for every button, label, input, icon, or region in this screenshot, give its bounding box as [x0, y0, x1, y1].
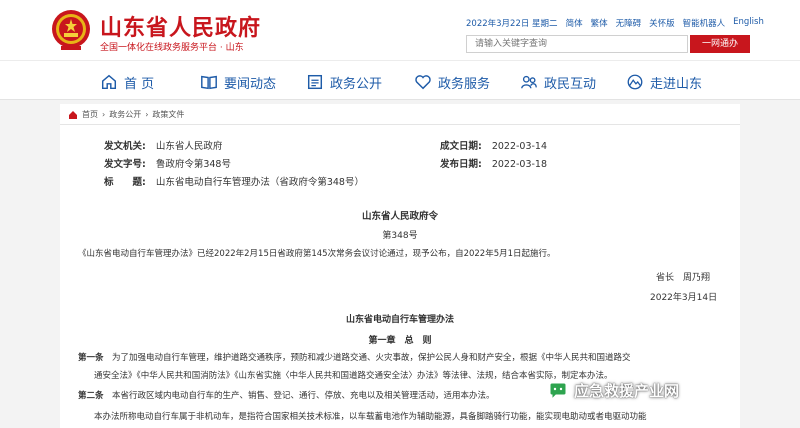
- breadcrumb-divider: [60, 124, 740, 125]
- nav-gov-open-label: 政务公开: [330, 76, 383, 92]
- current-date: 2022年3月22日 星期二: [466, 19, 558, 29]
- link-robot[interactable]: 智能机器人: [683, 17, 726, 29]
- article-1-line-1: 第一条 为了加强电动自行车管理，维护道路交通秩序，预防和减少道路交通、火灾事故，…: [78, 350, 718, 367]
- nav-news[interactable]: 要闻动态: [200, 71, 276, 93]
- article-2-text: 本省行政区域内电动自行车的生产、销售、登记、通行、停放、充电以及相关管理活动，适…: [112, 391, 495, 401]
- crumb-policy-files[interactable]: 政策文件: [152, 109, 184, 120]
- search-input[interactable]: [466, 35, 688, 53]
- home-icon: [101, 74, 117, 90]
- meta-number-value: 鲁政府令第348号: [155, 159, 231, 170]
- watermark: 应急救援产业网: [548, 380, 679, 401]
- meta-issuer-label: 发文机关:: [104, 141, 146, 152]
- signer: 省长 周乃翔: [656, 273, 711, 283]
- site-subtitle: 全国一体化在线政务服务平台 · 山东: [100, 43, 244, 53]
- link-traditional[interactable]: 繁体: [591, 17, 608, 29]
- heart-icon: [415, 75, 431, 90]
- mountain-icon: [627, 74, 643, 90]
- breadcrumb: 首页 › 政务公开 › 政策文件: [68, 109, 184, 120]
- nav-shandong-label: 走进山东: [650, 76, 703, 92]
- nav-gov-service[interactable]: 政务服务: [414, 71, 490, 93]
- order-intro: 《山东省电动自行车管理办法》已经2022年2月15日省政府第145次常务会议讨论…: [78, 249, 556, 259]
- nav-shandong[interactable]: 走进山东: [626, 71, 702, 93]
- top-links: 2022年3月22日 星期二 简体 繁体 无障碍 关怀版 智能机器人 Engli…: [466, 17, 764, 29]
- meta-number: 发文字号: 鲁政府令第348号: [104, 156, 231, 172]
- article-1-label: 第一条: [78, 353, 104, 363]
- article-2-line-2: 本办法所称电动自行车属于非机动车，是指符合国家相关技术标准，以车载蓄电池作为辅助…: [94, 412, 647, 422]
- meta-date-made-label: 成文日期:: [440, 141, 482, 152]
- document-icon: [307, 74, 323, 90]
- crumb-separator: ›: [145, 110, 149, 119]
- link-care-mode[interactable]: 关怀版: [649, 17, 675, 29]
- crumb-gov-open[interactable]: 政务公开: [109, 109, 141, 120]
- meta-date-pub-label: 发布日期:: [440, 159, 482, 170]
- site-title[interactable]: 山东省人民政府: [100, 10, 261, 42]
- people-icon: [521, 75, 537, 89]
- home-icon: [69, 110, 77, 119]
- article-1-text: 为了加强电动自行车管理，维护道路交通秩序，预防和减少道路交通、火灾事故，保护公民…: [112, 353, 631, 363]
- meta-date-made-value: 2022-03-14: [491, 141, 548, 152]
- nav-gov-service-label: 政务服务: [438, 76, 491, 92]
- nav-home[interactable]: 首 页: [100, 71, 154, 93]
- meta-issuer-value: 山东省人民政府: [155, 141, 223, 152]
- sign-date: 2022年3月14日: [650, 293, 718, 303]
- nav-interaction[interactable]: 政民互动: [520, 71, 596, 93]
- nav-home-label: 首 页: [124, 76, 155, 92]
- meta-subject: 标 题: 山东省电动自行车管理办法（省政府令第348号）: [104, 174, 364, 190]
- rule-title: 山东省电动自行车管理办法: [345, 315, 454, 325]
- site-header: 山东省人民政府 全国一体化在线政务服务平台 · 山东 2022年3月22日 星期…: [0, 0, 800, 60]
- nav-interaction-label: 政民互动: [544, 76, 597, 92]
- article-2-label: 第二条: [78, 391, 104, 401]
- meta-subject-label: 标 题:: [104, 177, 146, 188]
- meta-issuer: 发文机关: 山东省人民政府: [104, 138, 222, 154]
- crumb-home[interactable]: 首页: [82, 109, 98, 120]
- order-number: 第348号: [382, 231, 418, 241]
- link-simplified[interactable]: 简体: [566, 17, 583, 29]
- order-title: 山东省人民政府令: [361, 211, 438, 222]
- meta-subject-value: 山东省电动自行车管理办法（省政府令第348号）: [155, 177, 364, 188]
- national-emblem-icon: [52, 10, 90, 50]
- nav-news-label: 要闻动态: [224, 76, 277, 92]
- crumb-separator: ›: [102, 110, 106, 119]
- main-nav: 首 页 要闻动态 政务公开 政务服务 政民互动 走进山东: [0, 60, 800, 100]
- book-icon: [201, 75, 217, 90]
- meta-number-label: 发文字号:: [104, 159, 146, 170]
- chapter-heading: 第一章 总 则: [368, 336, 432, 346]
- link-english[interactable]: English: [733, 17, 764, 29]
- meta-date-pub-value: 2022-03-18: [491, 159, 548, 170]
- meta-date-pub: 发布日期: 2022-03-18: [440, 156, 547, 172]
- chat-bubble-icon: [549, 382, 567, 400]
- one-stop-service-button[interactable]: 一网通办: [690, 35, 750, 53]
- watermark-text: 应急救援产业网: [574, 382, 680, 400]
- nav-gov-open[interactable]: 政务公开: [306, 71, 382, 93]
- meta-date-made: 成文日期: 2022-03-14: [440, 138, 547, 154]
- link-accessibility[interactable]: 无障碍: [616, 17, 642, 29]
